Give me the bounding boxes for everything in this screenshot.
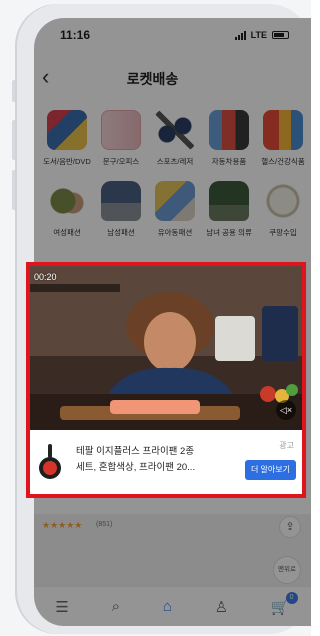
books-icon bbox=[47, 110, 87, 150]
ad-label: 광고 bbox=[279, 441, 294, 450]
category-item-mens[interactable]: 남성패션 bbox=[94, 181, 148, 238]
battery-icon bbox=[272, 31, 289, 39]
dumbbell-icon bbox=[155, 110, 195, 150]
category-label: 남녀 공용 의류 bbox=[206, 228, 252, 237]
product-preview: ★★★★★ (851) ⇪ 맨위로 bbox=[34, 514, 311, 594]
mens-fashion-icon bbox=[101, 181, 141, 221]
video-timer: 00:20 bbox=[34, 272, 57, 282]
notebook-icon bbox=[101, 110, 141, 150]
unisex-clothing-icon bbox=[209, 181, 249, 221]
phone-volume-up bbox=[12, 120, 16, 160]
cart-icon[interactable]: 🛒 0 bbox=[271, 591, 298, 616]
cart-badge: 0 bbox=[285, 591, 298, 604]
ad-product-title[interactable]: 테팔 이지플러스 프라이팬 2종 세트, 혼합색상, 프라이팬 20... bbox=[76, 444, 226, 476]
category-label: 여성패션 bbox=[53, 228, 81, 237]
share-icon[interactable]: ⇪ bbox=[279, 516, 301, 538]
category-label: 남성패션 bbox=[107, 228, 135, 237]
category-grid: 도서/음반/DVD 문구/오피스 스포츠/레저 자동차용품 헬스/건강식품 여성… bbox=[40, 110, 310, 238]
video-frame bbox=[30, 266, 302, 430]
status-time: 11:16 bbox=[60, 28, 91, 42]
category-label: 스포츠/레저 bbox=[156, 157, 194, 166]
page-header: ‹ 로켓배송 bbox=[34, 62, 311, 92]
signal-icon bbox=[234, 30, 246, 40]
category-label: 유아동패션 bbox=[157, 228, 193, 237]
car-products-icon bbox=[209, 110, 249, 150]
review-count: (851) bbox=[96, 521, 113, 528]
womens-fashion-icon bbox=[47, 181, 87, 221]
scroll-top-button[interactable]: 맨위로 bbox=[273, 556, 301, 584]
ad-title-line1: 테팔 이지플러스 프라이팬 2종 bbox=[76, 446, 195, 457]
category-label: 자동차용품 bbox=[211, 157, 247, 166]
menu-icon[interactable]: ☰ bbox=[55, 598, 68, 616]
phone-mute-switch bbox=[12, 80, 16, 102]
search-icon[interactable]: ⌕ bbox=[112, 598, 120, 615]
category-item-import[interactable]: 쿠팡수입 bbox=[256, 181, 310, 238]
ad-title-line2: 세트, 혼합색상, 프라이팬 20... bbox=[76, 462, 196, 473]
screenshot-canvas: 11:16 LTE ‹ 로켓배송 도서/음반/DVD 문구/오피스 스포츠/레저… bbox=[0, 0, 311, 636]
supplements-icon bbox=[263, 110, 303, 150]
category-item-unisex[interactable]: 남녀 공용 의류 bbox=[202, 181, 256, 238]
category-item-stationery[interactable]: 문구/오피스 bbox=[94, 110, 148, 167]
category-label: 헬스/건강식품 bbox=[261, 157, 305, 166]
category-item-womens[interactable]: 여성패션 bbox=[40, 181, 94, 238]
imported-food-icon bbox=[263, 181, 303, 221]
rating-stars: ★★★★★ bbox=[42, 520, 83, 530]
frying-pan-icon bbox=[39, 444, 61, 479]
category-label: 쿠팡수입 bbox=[269, 228, 297, 237]
ad-video[interactable]: 00:20 ◁× bbox=[30, 266, 302, 430]
learn-more-button[interactable]: 더 알아보기 bbox=[244, 460, 296, 480]
kids-fashion-icon bbox=[155, 181, 195, 221]
video-ad-popup[interactable]: 00:20 ◁× 테팔 이지플러스 프라이팬 2종 세트, 혼합색상, 프라이팬… bbox=[26, 262, 306, 498]
mute-icon[interactable]: ◁× bbox=[276, 400, 296, 420]
home-icon[interactable]: ⌂ bbox=[163, 598, 172, 615]
category-item-sports[interactable]: 스포츠/레저 bbox=[148, 110, 202, 167]
ad-info-bar: 테팔 이지플러스 프라이팬 2종 세트, 혼합색상, 프라이팬 20... 광고… bbox=[30, 430, 302, 494]
category-label: 문구/오피스 bbox=[102, 157, 140, 166]
status-bar: 11:16 LTE bbox=[34, 18, 311, 52]
category-label: 도서/음반/DVD bbox=[43, 157, 91, 166]
category-item-health[interactable]: 헬스/건강식품 bbox=[256, 110, 310, 167]
network-label: LTE bbox=[250, 30, 267, 40]
category-item-car[interactable]: 자동차용품 bbox=[202, 110, 256, 167]
page-title: 로켓배송 bbox=[126, 71, 179, 87]
profile-icon[interactable]: ♙ bbox=[215, 598, 228, 616]
category-item-books[interactable]: 도서/음반/DVD bbox=[40, 110, 94, 167]
phone-volume-down bbox=[12, 170, 16, 210]
category-item-kids[interactable]: 유아동패션 bbox=[148, 181, 202, 238]
bottom-nav: ☰ ⌕ ⌂ ♙ 🛒 0 bbox=[34, 586, 311, 626]
